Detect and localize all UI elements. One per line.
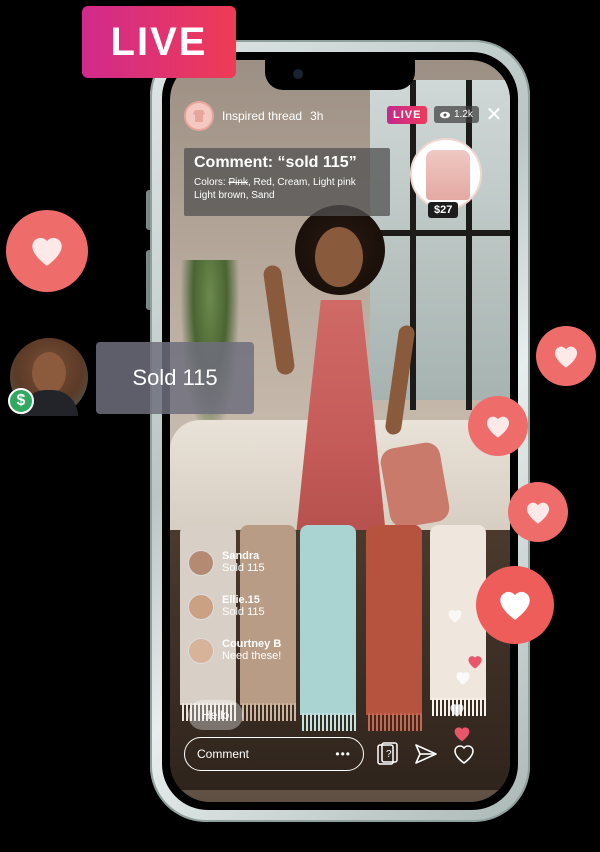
live-stream-screen: Inspired thread 3h LIVE 1.2k ✕ Comment: …	[170, 60, 510, 802]
dollar-badge-icon: $	[8, 388, 34, 414]
featured-comment-card: Comment: “sold 115” Colors: Pink, Red, C…	[184, 148, 390, 216]
presenter-arm	[262, 264, 296, 376]
sold-notification: Sold 115	[96, 342, 254, 414]
heart-icon	[486, 416, 510, 438]
heart-bubble	[476, 566, 554, 644]
heart-icon[interactable]	[450, 740, 478, 768]
presenter-dress	[295, 300, 387, 545]
close-icon[interactable]: ✕	[484, 102, 504, 127]
chat-username: Courtney B	[222, 638, 282, 650]
heart-icon	[32, 237, 62, 266]
front-camera	[293, 69, 303, 79]
question-card-icon[interactable]: ?	[374, 740, 402, 768]
heart-icon	[500, 591, 530, 620]
product-thumbnail[interactable]	[410, 138, 482, 210]
chat-avatar	[188, 594, 214, 620]
chat-text: Sold 115	[222, 606, 265, 618]
heart-icon	[450, 704, 464, 717]
comment-input[interactable]: Comment •••	[184, 737, 364, 771]
presenter-face	[315, 227, 363, 287]
viewer-count: 1.2k	[434, 106, 479, 123]
eye-icon	[440, 111, 450, 118]
stream-actions-bar: Comment ••• ?	[184, 736, 496, 772]
chat-avatar	[188, 638, 214, 664]
heart-bubble	[468, 396, 528, 456]
chat-text: Sold 115	[222, 562, 265, 574]
heart-bubble	[536, 326, 596, 386]
chat-message: Sandra Sold 115	[188, 550, 348, 576]
color-sold-out: Pink	[228, 177, 248, 188]
chat-message: Courtney B Need these!	[188, 638, 348, 664]
product-image	[426, 150, 470, 200]
send-icon[interactable]	[412, 740, 440, 768]
throw-blanket-rust	[366, 525, 422, 731]
quick-reply-hello[interactable]: Hello	[188, 700, 244, 730]
phone-bezel: Inspired thread 3h LIVE 1.2k ✕ Comment: …	[162, 52, 518, 810]
stream-header: Inspired thread 3h LIVE 1.2k ✕	[184, 100, 502, 132]
heart-icon	[468, 656, 482, 669]
chat-username: Ellie.15	[222, 594, 260, 606]
heart-icon	[454, 727, 470, 742]
chat-message: Ellie.15 Sold 115	[188, 594, 348, 620]
shop-avatar[interactable]	[184, 101, 214, 131]
colors-list: , Red, Cream, Light pink	[247, 177, 356, 188]
phone-notch	[265, 60, 415, 90]
color-options: Colors: Pink, Red, Cream, Light pink Lig…	[194, 176, 380, 202]
chat-username: Sandra	[222, 550, 260, 562]
svg-text:?: ?	[386, 749, 392, 760]
presenter	[262, 205, 416, 545]
heart-bubble	[6, 210, 88, 292]
live-badge: LIVE	[82, 6, 236, 78]
product-price[interactable]: $27	[428, 202, 459, 218]
heart-bubble	[508, 482, 568, 542]
chat-avatar	[188, 550, 214, 576]
live-indicator: LIVE	[387, 106, 428, 124]
colors-list-line2: Light brown, Sand	[194, 190, 275, 201]
heart-icon	[456, 672, 470, 685]
more-icon[interactable]: •••	[335, 747, 351, 761]
viewer-count-label: 1.2k	[454, 109, 473, 120]
shop-name[interactable]: Inspired thread	[222, 109, 302, 123]
heart-icon	[448, 610, 462, 623]
heart-icon	[526, 502, 550, 524]
comment-placeholder: Comment	[197, 747, 250, 761]
chat-feed: Sandra Sold 115 Ellie.15 Sold 115 Courtn…	[188, 550, 348, 682]
stream-time: 3h	[310, 109, 324, 123]
colors-prefix: Colors:	[194, 177, 226, 188]
comment-title: Comment: “sold 115”	[194, 154, 357, 171]
heart-icon	[554, 346, 578, 368]
chat-text: Need these!	[222, 650, 282, 662]
buyer-face	[32, 352, 66, 394]
